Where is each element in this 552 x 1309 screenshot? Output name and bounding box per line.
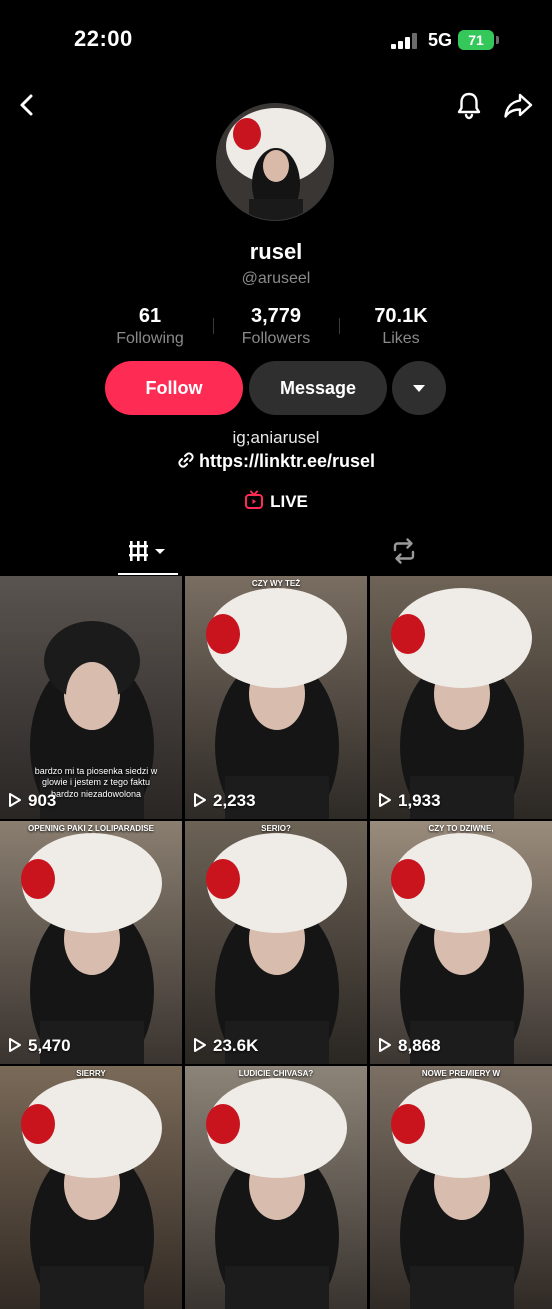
following-stat[interactable]: 61 Following (90, 305, 210, 348)
following-label: Following (116, 330, 184, 347)
message-button[interactable]: Message (249, 361, 387, 415)
play-icon (194, 1038, 206, 1052)
followers-count: 3,779 (250, 305, 302, 327)
play-icon (379, 1038, 391, 1052)
play-icon (9, 1038, 21, 1052)
video-caption: SIERRY (76, 1069, 106, 1078)
video-thumbnail[interactable]: CZY WY TEŻ 2,233 (185, 576, 367, 819)
back-icon[interactable] (10, 88, 44, 122)
username: @aruseel (241, 270, 311, 287)
tab-videos[interactable] (118, 532, 178, 574)
avatar[interactable] (216, 103, 334, 221)
view-count-value: 1,933 (398, 791, 441, 810)
followers-label: Followers (241, 330, 311, 347)
following-count: 61 (138, 305, 162, 327)
play-icon (379, 793, 391, 807)
view-count-value: 8,868 (398, 1036, 441, 1055)
share-icon[interactable] (501, 88, 535, 122)
link-icon (178, 452, 194, 468)
follow-button[interactable]: Follow (105, 361, 243, 415)
video-caption: LUDICIE CHIVASA? (238, 1069, 314, 1078)
video-thumbnail[interactable]: NOWE PREMIERY W (370, 1066, 552, 1309)
view-count: 2,233 (193, 791, 256, 811)
video-grid: bardzo mi ta piosenka siedzi w glowie i … (0, 576, 552, 1309)
likes-stat: 70.1K Likes (341, 305, 461, 348)
bio-text: ig;aniarusel (232, 428, 320, 447)
grid-videos-icon (129, 541, 165, 561)
view-count-value: 903 (28, 791, 57, 810)
play-icon (9, 793, 21, 807)
bell-icon[interactable] (452, 88, 486, 122)
profile-link-text[interactable]: https://linktr.ee/rusel (199, 451, 375, 471)
followers-stat[interactable]: 3,779 Followers (216, 305, 336, 348)
stat-divider (213, 318, 214, 334)
video-thumbnail[interactable]: LUDICIE CHIVASA? (185, 1066, 367, 1309)
video-caption: NOWE PREMIERY W (421, 1069, 501, 1078)
play-icon (194, 793, 206, 807)
live-button[interactable]: LIVE (0, 490, 552, 512)
stat-divider (339, 318, 340, 334)
view-count: 8,868 (378, 1036, 441, 1056)
video-caption: CZY WY TEŻ (251, 579, 301, 588)
live-label[interactable]: LIVE (270, 492, 308, 511)
view-count: 903 (8, 791, 56, 811)
repost-icon[interactable] (389, 536, 419, 566)
video-thumbnail[interactable]: OPENING PAKI Z LOLIPARADISE 5,470 (0, 821, 182, 1064)
video-thumbnail[interactable]: bardzo mi ta piosenka siedzi w glowie i … (0, 576, 182, 819)
dropdown-chevron-icon (413, 385, 425, 392)
view-count: 23.6K (193, 1036, 258, 1056)
video-thumbnail[interactable]: SERIO? 23.6K (185, 821, 367, 1064)
video-caption: SERIO? (261, 824, 291, 833)
live-tv-icon (245, 490, 264, 509)
view-count: 1,933 (378, 791, 441, 811)
status-time: 22:00 (74, 26, 133, 51)
video-thumbnail[interactable]: SIERRY (0, 1066, 182, 1309)
view-count-value: 23.6K (213, 1036, 259, 1055)
active-tab-indicator (118, 573, 178, 575)
view-count-value: 5,470 (28, 1036, 71, 1055)
likes-count: 70.1K (374, 305, 428, 327)
cellular-signal-icon (391, 33, 417, 49)
profile-link[interactable]: https://linktr.ee/rusel (0, 451, 552, 472)
battery-indicator: 71 (458, 30, 500, 50)
likes-label: Likes (382, 330, 420, 347)
video-caption: CZY TO DZIWNE, (428, 824, 494, 833)
video-thumbnail[interactable]: 1,933 (370, 576, 552, 819)
view-count-value: 2,233 (213, 791, 256, 810)
video-thumbnail[interactable]: CZY TO DZIWNE, 8,868 (370, 821, 552, 1064)
view-count: 5,470 (8, 1036, 71, 1056)
network-type: 5G (428, 30, 453, 50)
battery-level: 71 (458, 30, 494, 50)
video-caption: OPENING PAKI Z LOLIPARADISE (28, 824, 154, 833)
display-name: rusel (249, 239, 303, 264)
suggested-accounts-button[interactable] (392, 361, 446, 415)
